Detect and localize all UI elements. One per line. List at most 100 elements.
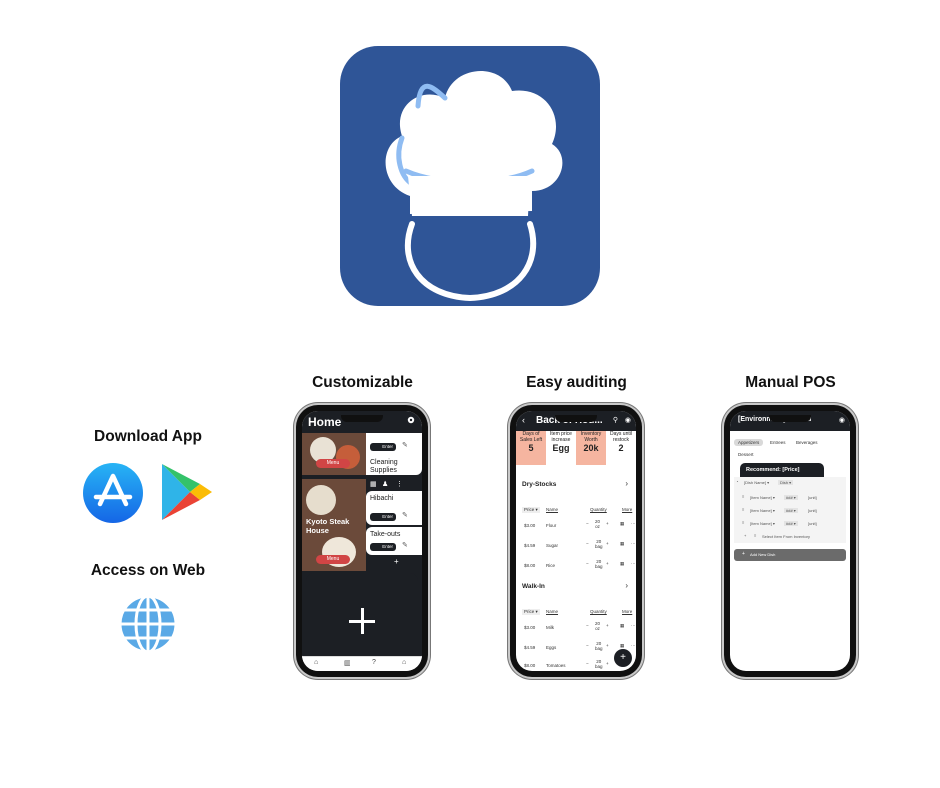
users-icon[interactable]: ♟: [382, 480, 388, 488]
back-icon[interactable]: ‹: [522, 415, 525, 425]
row-price: $4.59: [524, 645, 536, 650]
minus-icon[interactable]: −: [586, 541, 589, 546]
recommend-price-bar: Recommend: [Price]: [740, 463, 824, 477]
item-amount-select[interactable]: ### ▾: [784, 508, 798, 513]
more-icon[interactable]: ⋮: [396, 480, 403, 488]
item-name-select[interactable]: [Item Name] ▾: [750, 508, 775, 513]
list-icon: ≡: [754, 533, 757, 538]
row-qty: 20 oz: [595, 621, 600, 631]
price-sort-header[interactable]: Price ▾: [522, 507, 540, 513]
qty-unit: bag: [595, 544, 603, 549]
restaurant-tile-image[interactable]: Menu: [302, 433, 366, 475]
pencil-icon[interactable]: ✎: [402, 541, 408, 549]
more-header[interactable]: More: [622, 507, 632, 512]
plus-icon[interactable]: +: [744, 533, 746, 538]
pencil-icon[interactable]: ✎: [402, 511, 408, 519]
barcode-icon[interactable]: ▦: [620, 561, 624, 567]
phone-notch: [555, 415, 597, 422]
menu-button[interactable]: Menu: [316, 555, 350, 564]
access-on-web-title: Access on Web: [90, 562, 206, 579]
item-amount-select[interactable]: ### ▾: [784, 521, 798, 526]
more-icon[interactable]: ⋯: [631, 541, 636, 547]
tab-appetizers[interactable]: Appetizers: [734, 439, 764, 446]
item-name-select[interactable]: [Item Name] ▾: [750, 521, 775, 526]
item-amount-select[interactable]: ### ▾: [784, 495, 798, 500]
camera-icon[interactable]: ◉: [625, 416, 631, 424]
stat-value: Egg: [552, 443, 570, 453]
more-icon[interactable]: ⋯: [631, 643, 636, 649]
restaurant-tile-image[interactable]: Kyoto Steak House Menu: [302, 479, 366, 571]
plus-icon[interactable]: +: [606, 643, 609, 648]
app-store-icon[interactable]: [82, 462, 144, 524]
home-tab-icon[interactable]: ⌂: [314, 659, 318, 666]
globe-icon[interactable]: [118, 594, 178, 654]
minus-icon[interactable]: −: [586, 561, 589, 566]
menu-button[interactable]: Menu: [316, 459, 350, 468]
dish-name-select[interactable]: [Dish Name] ▾: [744, 480, 769, 485]
tile-card: Enter ✎ Cleaning Supplies: [366, 433, 422, 475]
plus-icon[interactable]: +: [606, 623, 609, 628]
help-tab-icon[interactable]: ?: [372, 659, 376, 666]
qty-unit: oz: [595, 626, 600, 631]
name-header[interactable]: Name: [546, 507, 558, 512]
google-play-icon[interactable]: [158, 462, 214, 522]
name-header[interactable]: Name: [546, 609, 558, 614]
section-title: Dry-Stocks: [522, 481, 557, 488]
add-card-icon[interactable]: +: [394, 557, 399, 566]
tab-dessert[interactable]: Dessert: [734, 451, 758, 458]
tab-beverages[interactable]: Beverages: [792, 439, 822, 446]
qty-unit: bag: [595, 664, 603, 669]
minus-icon[interactable]: −: [586, 623, 589, 628]
plus-icon[interactable]: +: [606, 661, 609, 666]
enter-button[interactable]: Enter: [370, 443, 396, 451]
chef-hat-logo: [340, 46, 600, 306]
quantity-header[interactable]: Quantity: [590, 507, 607, 512]
quantity-header[interactable]: Quantity: [590, 609, 607, 614]
stat-days-until-restock: Days until restock 2: [606, 431, 636, 465]
more-header[interactable]: More: [622, 609, 632, 614]
stats-tab-icon[interactable]: ▥: [344, 659, 351, 667]
select-item-link[interactable]: Select Item From Inventory: [762, 534, 810, 539]
price-sort-header[interactable]: Price ▾: [522, 609, 540, 615]
tab-entrees[interactable]: Entrees: [766, 439, 790, 446]
chevron-right-icon[interactable]: ›: [625, 479, 628, 488]
stat-price-increase: Item price increase Egg: [546, 431, 576, 465]
row-price: $4.59: [524, 543, 536, 548]
more-icon[interactable]: ⋯: [631, 623, 636, 629]
chevron-right-icon[interactable]: ›: [625, 581, 628, 590]
qty-unit: bag: [595, 564, 603, 569]
plus-icon[interactable]: +: [606, 521, 609, 526]
qr-icon[interactable]: ▦: [370, 480, 377, 488]
store-tab-icon[interactable]: ⌂: [402, 659, 406, 666]
barcode-icon[interactable]: ▦: [620, 541, 624, 547]
minus-icon[interactable]: −: [586, 661, 589, 666]
phone-notch: [341, 415, 383, 422]
item-name-select[interactable]: [Item Name] ▾: [750, 495, 775, 500]
add-restaurant-button[interactable]: [306, 573, 418, 669]
add-dish-button[interactable]: + Add New Dish: [734, 549, 846, 561]
enter-button[interactable]: Enter: [370, 543, 396, 551]
search-icon[interactable]: ⚲: [613, 416, 618, 424]
add-item-button[interactable]: +: [614, 649, 632, 667]
dish-tag-select[interactable]: Dish ▾: [778, 480, 794, 485]
pencil-icon[interactable]: ✎: [402, 441, 408, 449]
enter-button[interactable]: Enter: [370, 513, 396, 521]
gear-icon[interactable]: [406, 415, 416, 425]
minus-icon[interactable]: −: [586, 521, 589, 526]
item-unit: [unit]: [808, 521, 817, 526]
manual-pos-title: Manual POS: [745, 374, 836, 391]
list-icon: ≡: [742, 520, 745, 525]
barcode-icon[interactable]: ▦: [620, 623, 624, 629]
easy-auditing-title: Easy auditing: [526, 374, 627, 391]
more-icon[interactable]: ⋯: [631, 521, 636, 527]
phone-home-mockup: Home Menu Enter ✎ Cleaning Supplies Kyot…: [296, 405, 428, 677]
camera-icon[interactable]: ◉: [839, 416, 845, 424]
minus-icon[interactable]: −: [586, 643, 589, 648]
card-label: Cleaning Supplies: [370, 459, 398, 474]
food-plate: [306, 485, 336, 515]
plus-icon[interactable]: +: [606, 541, 609, 546]
more-icon[interactable]: ⋯: [631, 561, 636, 567]
barcode-icon[interactable]: ▦: [620, 521, 624, 527]
plus-icon[interactable]: +: [606, 561, 609, 566]
row-name: Sugar: [546, 543, 559, 548]
